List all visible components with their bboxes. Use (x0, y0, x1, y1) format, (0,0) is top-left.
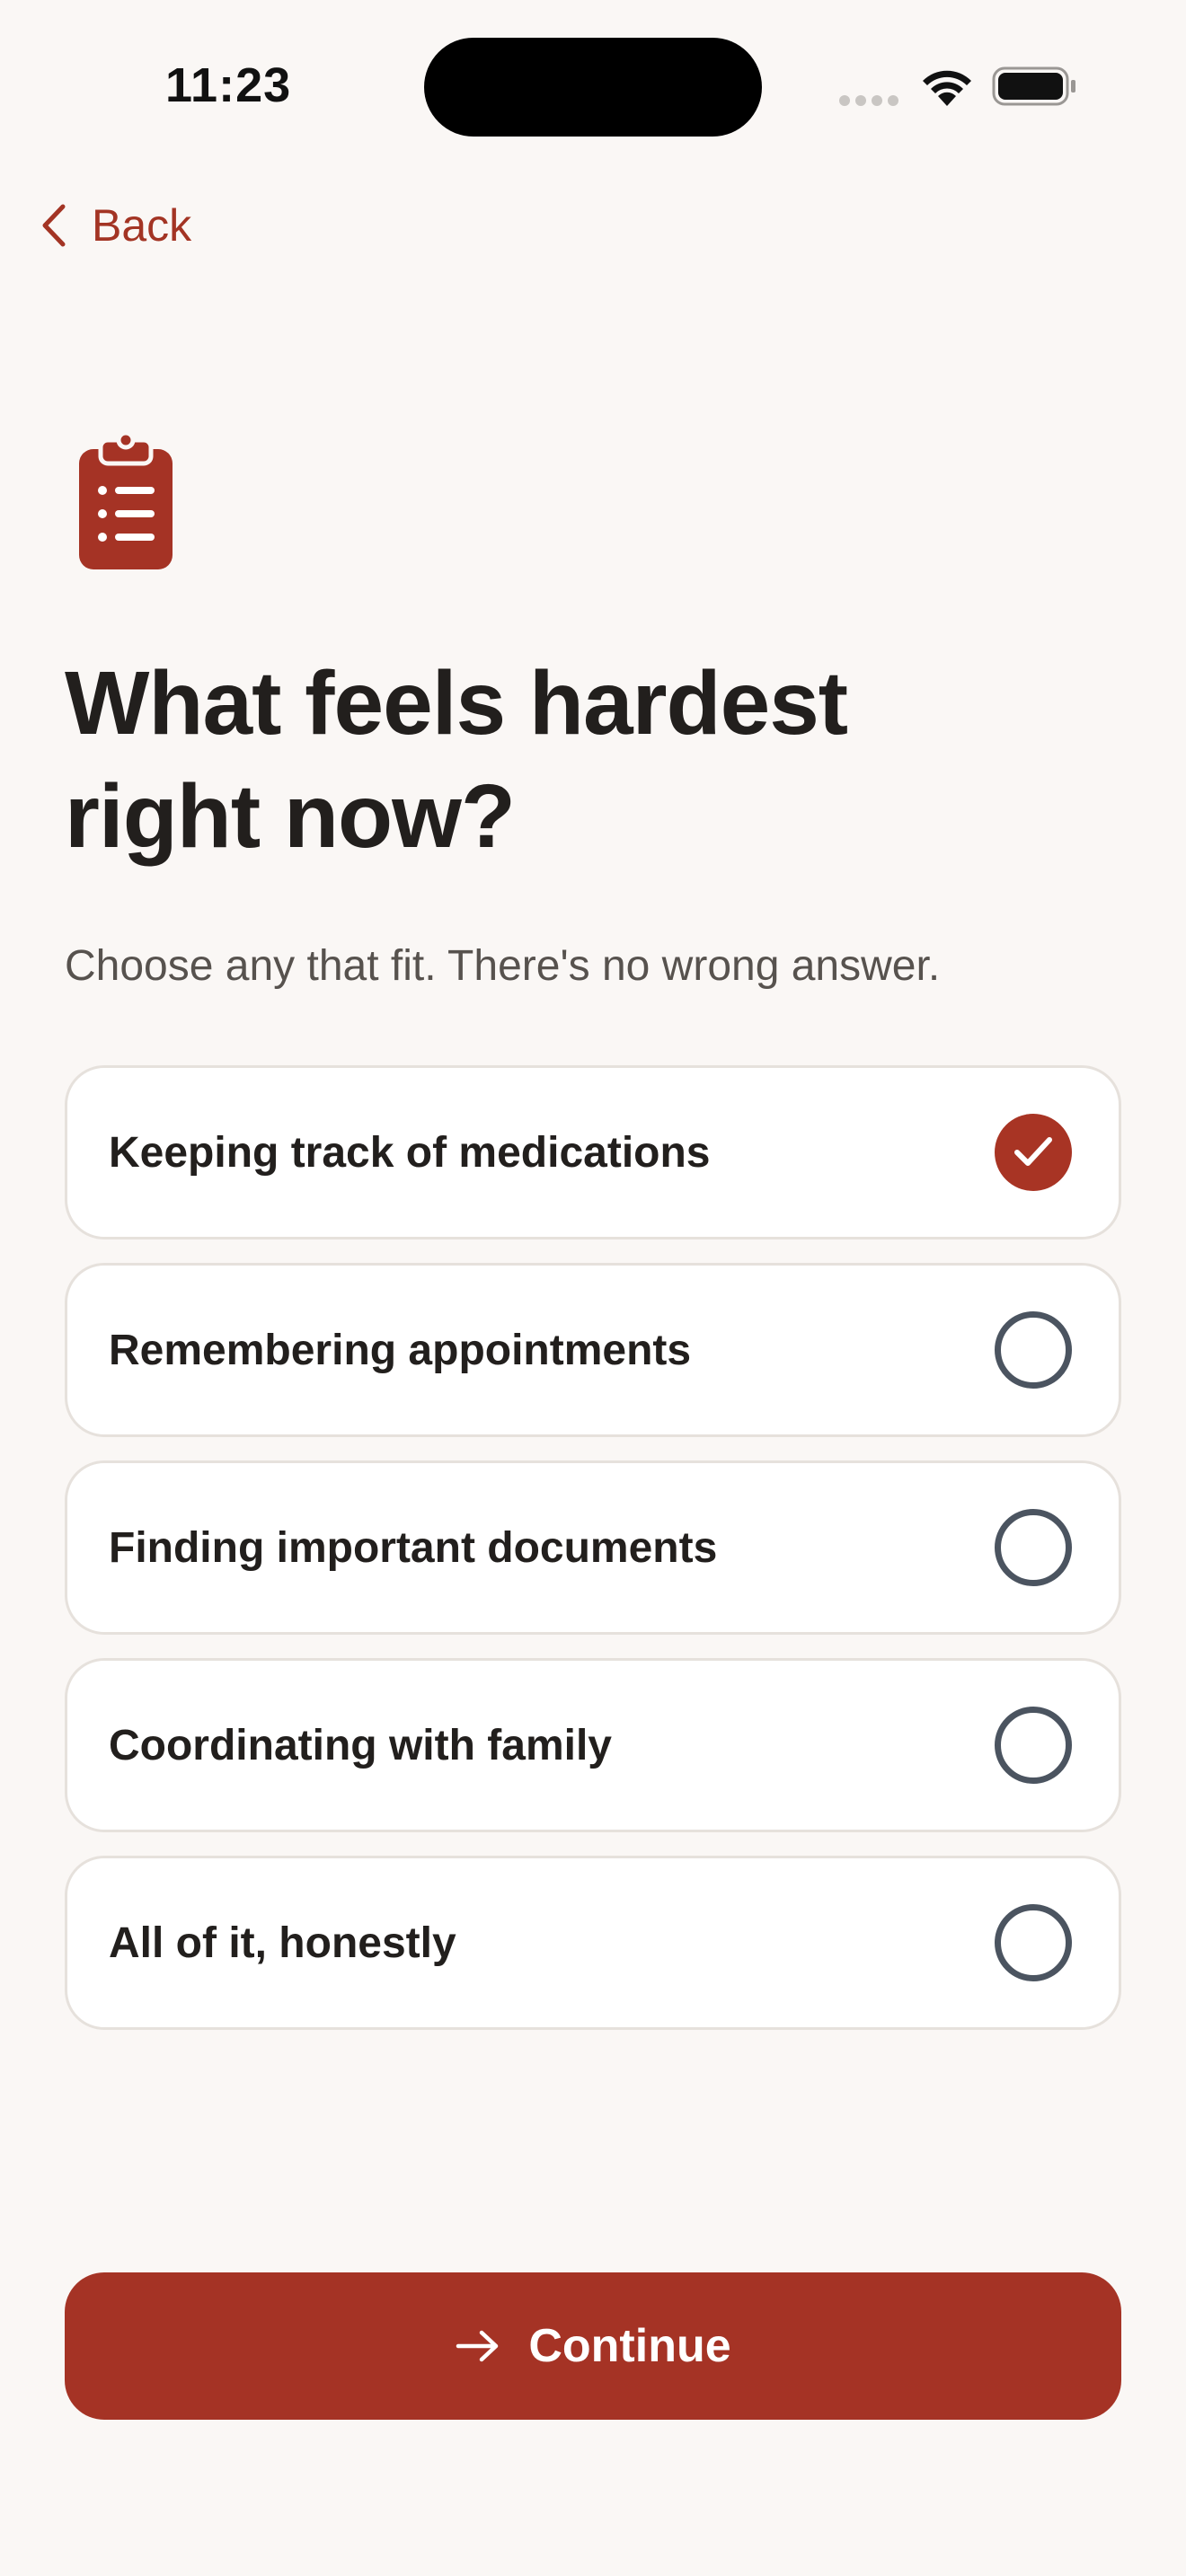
cellular-signal-icon (839, 95, 898, 106)
dynamic-island (424, 38, 762, 137)
back-label: Back (92, 200, 192, 251)
back-button[interactable]: Back (40, 199, 191, 251)
arrow-right-icon (456, 2330, 499, 2362)
continue-button[interactable]: Continue (65, 2272, 1121, 2420)
options-list: Keeping track of medications Remembering… (65, 1065, 1121, 2030)
wifi-icon (923, 70, 971, 106)
option-label: All of it, honestly (109, 1919, 456, 1967)
checkbox-checked[interactable] (995, 1114, 1072, 1191)
option-label: Coordinating with family (109, 1721, 612, 1769)
option-family[interactable]: Coordinating with family (65, 1658, 1121, 1832)
option-label: Finding important documents (109, 1523, 718, 1572)
checkbox-unchecked[interactable] (995, 1509, 1072, 1586)
clipboard-list-icon (79, 430, 173, 569)
chevron-left-icon (42, 204, 66, 247)
checkmark-icon (1014, 1137, 1052, 1166)
option-label: Remembering appointments (109, 1326, 692, 1374)
checkbox-unchecked[interactable] (995, 1707, 1072, 1784)
battery-icon (992, 66, 1075, 106)
status-time: 11:23 (165, 58, 292, 112)
option-all[interactable]: All of it, honestly (65, 1856, 1121, 2030)
status-bar: 11:23 (0, 0, 1186, 180)
title-line-1: What feels hardest (65, 653, 848, 754)
option-medications[interactable]: Keeping track of medications (65, 1065, 1121, 1239)
continue-label: Continue (528, 2320, 731, 2372)
page-title: What feels hardest right now? (65, 647, 1053, 873)
option-documents[interactable]: Finding important documents (65, 1460, 1121, 1635)
option-appointments[interactable]: Remembering appointments (65, 1263, 1121, 1437)
option-label: Keeping track of medications (109, 1128, 711, 1177)
checkbox-unchecked[interactable] (995, 1311, 1072, 1389)
checkbox-unchecked[interactable] (995, 1904, 1072, 1981)
page-subtitle: Choose any that fit. There's no wrong an… (65, 942, 941, 990)
title-line-2: right now? (65, 766, 516, 867)
